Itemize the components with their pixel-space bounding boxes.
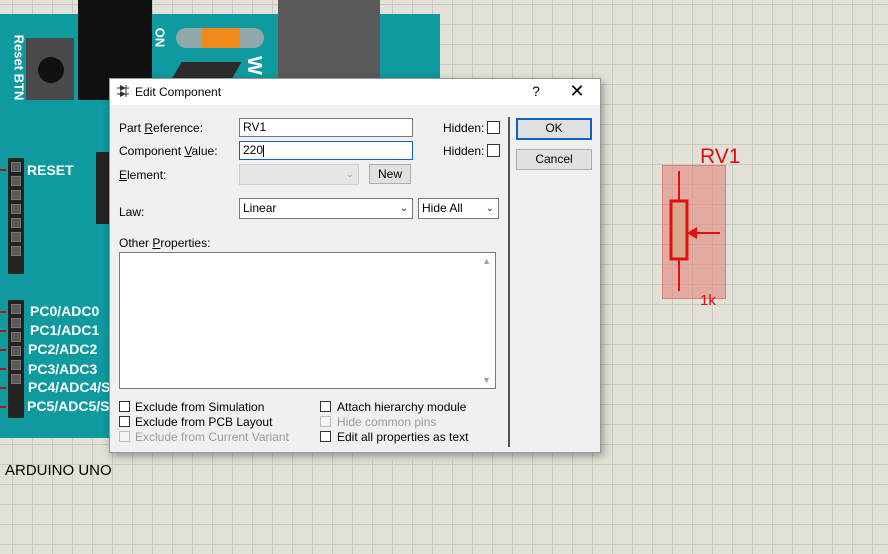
hidden-label-2: Hidden:	[443, 144, 485, 158]
component-value-input[interactable]: 220	[239, 141, 413, 160]
pin-label-pc5: PC5/ADC5/S	[27, 398, 110, 414]
edit-all-text-label[interactable]: Edit all properties as text	[337, 430, 468, 444]
power-jack	[278, 0, 380, 80]
element-label: Element:	[119, 168, 167, 182]
pin-wire	[0, 330, 6, 332]
close-button[interactable]: ✕	[568, 81, 586, 102]
exclude-simulation-label[interactable]: Exclude from Simulation	[135, 400, 264, 414]
exclude-simulation-checkbox[interactable]	[119, 401, 130, 412]
text-caret	[263, 144, 265, 157]
law-visibility-select[interactable]: Hide All ⌄	[418, 198, 499, 219]
part-reference-hidden-checkbox[interactable]	[487, 121, 500, 134]
law-select-value: Linear	[243, 201, 277, 215]
pin-wire	[0, 406, 6, 408]
dialog-title: Edit Component	[135, 85, 222, 99]
element-select[interactable]: ⌄	[239, 164, 359, 185]
other-properties-label: Other Properties:	[119, 236, 211, 250]
reset-pin-label: RESET	[27, 162, 74, 178]
pin-wire	[0, 169, 6, 171]
reset-button-cap	[38, 57, 64, 83]
other-properties-textarea[interactable]: ▲ ▼	[119, 252, 496, 389]
component-value-hidden-checkbox[interactable]	[487, 144, 500, 157]
reset-pin-header	[8, 158, 24, 274]
part-reference-input[interactable]: RV1	[239, 118, 413, 137]
ok-button[interactable]: OK	[516, 118, 592, 140]
board-letter: W	[242, 56, 265, 75]
pin-wire	[0, 349, 6, 351]
new-element-button[interactable]: New	[369, 164, 411, 184]
reset-button-label: Reset BTN	[11, 34, 27, 101]
scroll-down-icon[interactable]: ▼	[482, 375, 491, 385]
law-label: Law:	[119, 205, 145, 219]
chevron-down-icon: ⌄	[345, 169, 354, 180]
board-name: ARDUINO UNO	[5, 462, 112, 479]
exclude-pcb-checkbox[interactable]	[119, 416, 130, 427]
attach-hierarchy-label[interactable]: Attach hierarchy module	[337, 400, 466, 414]
pin-label-pc1: PC1/ADC1	[30, 322, 100, 338]
exclude-pcb-label[interactable]: Exclude from PCB Layout	[135, 415, 272, 429]
pin-wire	[0, 387, 6, 389]
exclude-variant-label: Exclude from Current Variant	[135, 430, 289, 444]
component-value-text: 220	[243, 143, 264, 157]
component-icon	[117, 85, 129, 97]
chevron-down-icon: ⌄	[399, 203, 408, 214]
cancel-button[interactable]: Cancel	[516, 149, 592, 170]
help-button[interactable]: ?	[528, 83, 544, 99]
exclude-variant-checkbox	[119, 431, 130, 442]
edit-component-dialog: Edit Component ? ✕ Part Reference: RV1 H…	[109, 78, 601, 453]
pin-label-pc3: PC3/ADC3	[28, 361, 98, 377]
analog-pin-header	[8, 300, 24, 418]
part-reference-label: Part Reference:	[119, 121, 204, 135]
power-led	[202, 28, 240, 48]
on-label: ON	[152, 27, 168, 48]
pin-wire	[0, 311, 6, 313]
pin-label-pc4: PC4/ADC4/S	[28, 379, 111, 395]
vertical-separator	[508, 117, 510, 447]
scroll-up-icon[interactable]: ▲	[482, 256, 491, 266]
pin-label-pc2: PC2/ADC2	[28, 341, 98, 357]
pin-label-pc0: PC0/ADC0	[30, 303, 100, 319]
hidden-label-1: Hidden:	[443, 121, 485, 135]
component-value-label-text: Component Value:	[119, 144, 218, 158]
law-visibility-value: Hide All	[422, 201, 463, 215]
law-select[interactable]: Linear ⌄	[239, 198, 413, 219]
hide-common-pins-label: Hide common pins	[337, 415, 437, 429]
potentiometer-symbol-icon[interactable]	[660, 165, 730, 297]
dialog-titlebar[interactable]: Edit Component ? ✕	[110, 79, 600, 105]
chevron-down-icon: ⌄	[485, 203, 494, 214]
attach-hierarchy-checkbox[interactable]	[320, 401, 331, 412]
pin-wire	[0, 368, 6, 370]
hide-common-pins-checkbox	[320, 416, 331, 427]
edit-all-text-checkbox[interactable]	[320, 431, 331, 442]
